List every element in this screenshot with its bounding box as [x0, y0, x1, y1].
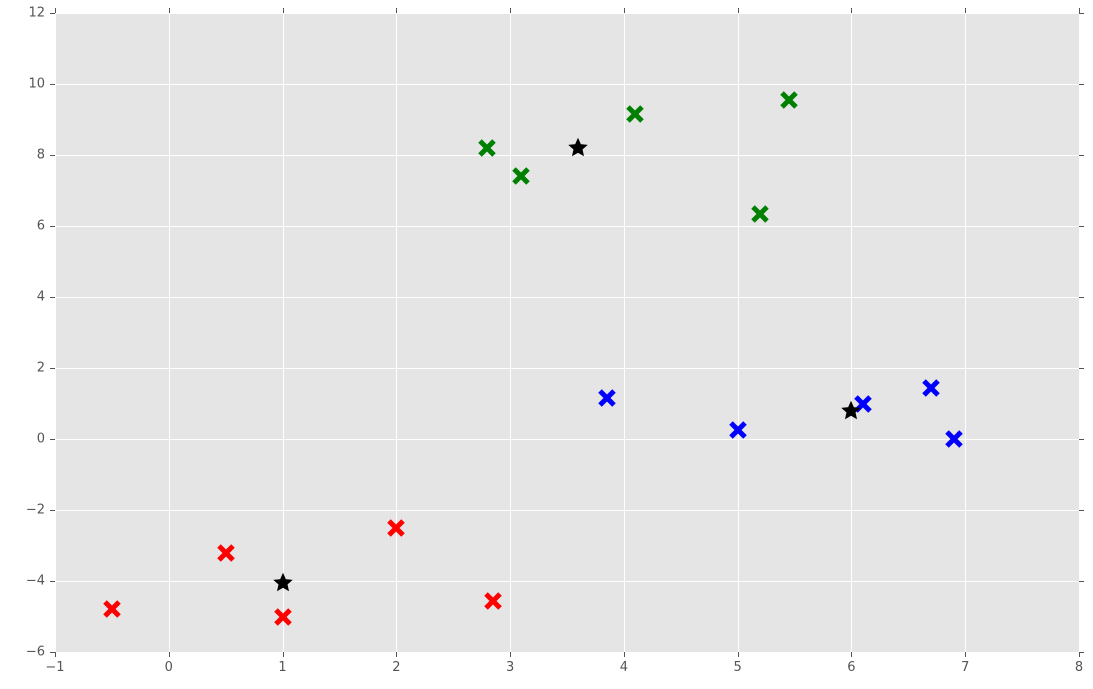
- x-tick: [510, 8, 511, 13]
- y-tick-label: −6: [26, 645, 45, 660]
- x-tick: [851, 652, 852, 657]
- plot-area: [55, 13, 1079, 652]
- y-tick-label: 10: [28, 77, 45, 92]
- x-tick-label: 0: [165, 660, 173, 675]
- data-point-x-icon: [482, 590, 504, 612]
- x-tick: [283, 8, 284, 13]
- data-point-x-icon: [852, 393, 874, 415]
- data-point-x-icon: [778, 89, 800, 111]
- x-gridline: [738, 13, 739, 652]
- x-tick-label: 6: [847, 660, 855, 675]
- x-tick-label: 7: [961, 660, 969, 675]
- x-tick: [965, 8, 966, 13]
- x-tick-label: 4: [620, 660, 628, 675]
- x-tick: [624, 8, 625, 13]
- x-tick: [55, 652, 56, 657]
- data-point-x-icon: [510, 165, 532, 187]
- data-point-x-icon: [215, 542, 237, 564]
- x-gridline: [55, 13, 56, 652]
- x-tick-label: 1: [278, 660, 286, 675]
- y-tick: [1079, 84, 1084, 85]
- x-tick-label: −1: [45, 660, 64, 675]
- y-tick-label: 2: [37, 361, 45, 376]
- x-gridline: [169, 13, 170, 652]
- y-tick-label: 12: [28, 6, 45, 21]
- x-gridline: [851, 13, 852, 652]
- x-tick: [283, 652, 284, 657]
- y-gridline: [55, 439, 1079, 440]
- x-gridline: [396, 13, 397, 652]
- data-point-x-icon: [920, 377, 942, 399]
- y-gridline: [55, 155, 1079, 156]
- y-tick: [50, 84, 55, 85]
- x-gridline: [1079, 13, 1080, 652]
- x-tick: [738, 652, 739, 657]
- y-tick: [1079, 297, 1084, 298]
- x-tick-label: 8: [1075, 660, 1083, 675]
- figure: −1012345678−6−4−2024681012: [0, 0, 1093, 689]
- y-tick-label: 6: [37, 219, 45, 234]
- y-tick-label: −2: [26, 503, 45, 518]
- data-point-x-icon: [624, 103, 646, 125]
- y-tick: [50, 226, 55, 227]
- y-tick: [1079, 226, 1084, 227]
- y-gridline: [55, 226, 1079, 227]
- y-tick: [1079, 510, 1084, 511]
- y-tick: [50, 510, 55, 511]
- y-tick: [50, 652, 55, 653]
- y-tick-label: 0: [37, 432, 45, 447]
- y-tick: [50, 13, 55, 14]
- x-gridline: [624, 13, 625, 652]
- y-tick-label: 4: [37, 290, 45, 305]
- x-tick-label: 2: [392, 660, 400, 675]
- x-tick: [169, 8, 170, 13]
- y-tick: [1079, 368, 1084, 369]
- y-tick: [1079, 13, 1084, 14]
- y-gridline: [55, 13, 1079, 14]
- x-tick: [510, 652, 511, 657]
- x-tick: [851, 8, 852, 13]
- y-tick-label: 8: [37, 148, 45, 163]
- y-gridline: [55, 510, 1079, 511]
- y-gridline: [55, 84, 1079, 85]
- y-tick: [1079, 652, 1084, 653]
- y-tick: [50, 581, 55, 582]
- data-point-x-icon: [596, 387, 618, 409]
- y-gridline: [55, 652, 1079, 653]
- x-tick: [169, 652, 170, 657]
- x-tick: [396, 652, 397, 657]
- y-tick: [1079, 439, 1084, 440]
- data-point-x-icon: [101, 598, 123, 620]
- y-tick: [1079, 155, 1084, 156]
- y-tick: [1079, 581, 1084, 582]
- x-tick-label: 5: [734, 660, 742, 675]
- y-tick: [50, 368, 55, 369]
- x-gridline: [283, 13, 284, 652]
- x-tick-label: 3: [506, 660, 514, 675]
- y-tick: [50, 297, 55, 298]
- y-gridline: [55, 297, 1079, 298]
- data-point-x-icon: [749, 203, 771, 225]
- y-gridline: [55, 581, 1079, 582]
- y-gridline: [55, 368, 1079, 369]
- y-tick-label: −4: [26, 574, 45, 589]
- x-tick: [738, 8, 739, 13]
- x-gridline: [510, 13, 511, 652]
- x-gridline: [965, 13, 966, 652]
- x-tick: [55, 8, 56, 13]
- y-tick: [50, 155, 55, 156]
- x-tick: [624, 652, 625, 657]
- x-tick: [396, 8, 397, 13]
- x-tick: [965, 652, 966, 657]
- y-tick: [50, 439, 55, 440]
